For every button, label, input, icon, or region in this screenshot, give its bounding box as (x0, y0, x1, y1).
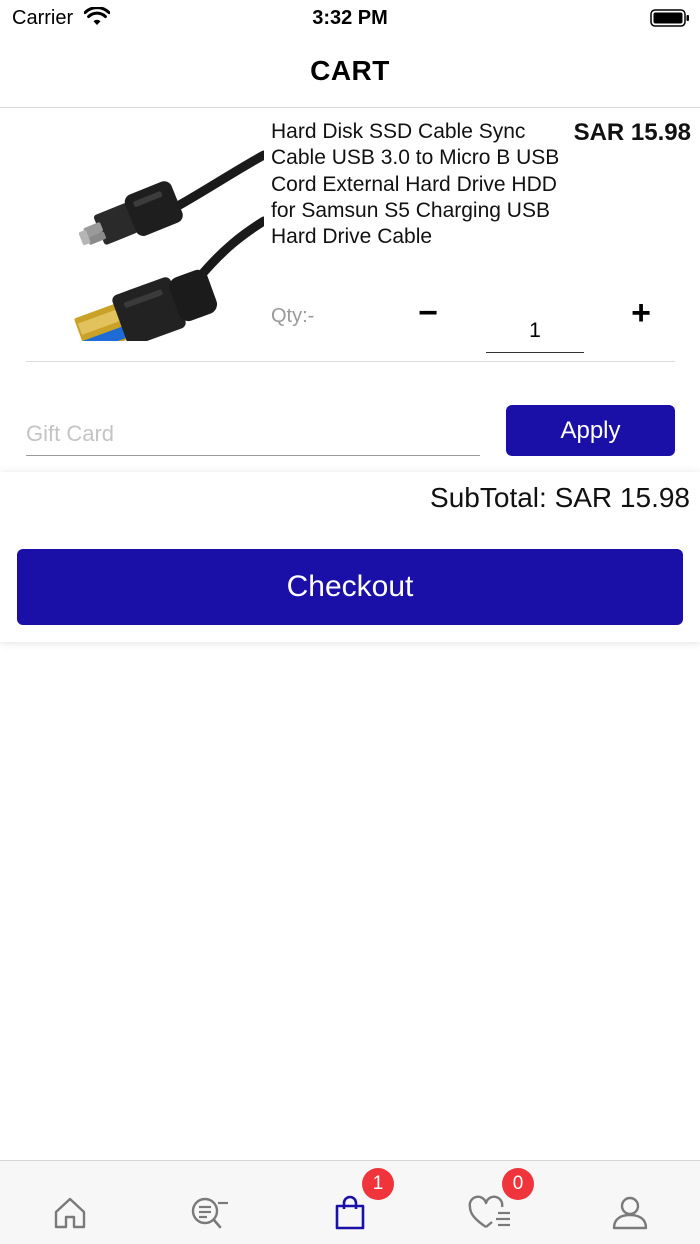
apply-button[interactable]: Apply (506, 405, 675, 456)
gift-card-input[interactable] (26, 412, 480, 456)
checkout-button[interactable]: Checkout (17, 549, 683, 625)
product-image[interactable] (48, 129, 264, 341)
product-price: SAR 15.98 (573, 119, 691, 146)
tab-home[interactable] (0, 1161, 140, 1244)
subtotal-label: SubTotal: SAR 15.98 (430, 482, 690, 513)
tab-profile[interactable] (560, 1161, 700, 1244)
cart-badge: 1 (362, 1168, 394, 1200)
increase-qty-button[interactable]: + (624, 296, 658, 332)
shopping-bag-icon (335, 1195, 365, 1230)
summary-card: SubTotal: SAR 15.98 Checkout (0, 472, 700, 642)
battery-icon (650, 9, 689, 27)
search-list-icon (191, 1197, 228, 1229)
page-title: CART (310, 55, 390, 86)
tab-wishlist[interactable]: 0 (420, 1161, 560, 1244)
nav-header: CART (0, 36, 700, 108)
status-time: 3:32 PM (312, 7, 388, 29)
decrease-qty-button[interactable]: − (411, 296, 445, 332)
product-name[interactable]: Hard Disk SSD Cable Sync Cable USB 3.0 t… (271, 119, 561, 250)
tab-cart[interactable]: 1 (280, 1161, 420, 1244)
status-bar: Carrier 3:32 PM (0, 0, 700, 36)
cart-item: Hard Disk SSD Cable Sync Cable USB 3.0 t… (26, 109, 691, 362)
home-icon (54, 1197, 86, 1229)
quantity-input[interactable] (486, 309, 584, 353)
heart-list-icon (468, 1195, 510, 1228)
tab-search[interactable] (140, 1161, 280, 1244)
user-icon (612, 1196, 648, 1230)
wishlist-badge: 0 (502, 1168, 534, 1200)
qty-label: Qty:- (271, 305, 315, 327)
tab-bar: 1 0 (0, 1160, 700, 1244)
